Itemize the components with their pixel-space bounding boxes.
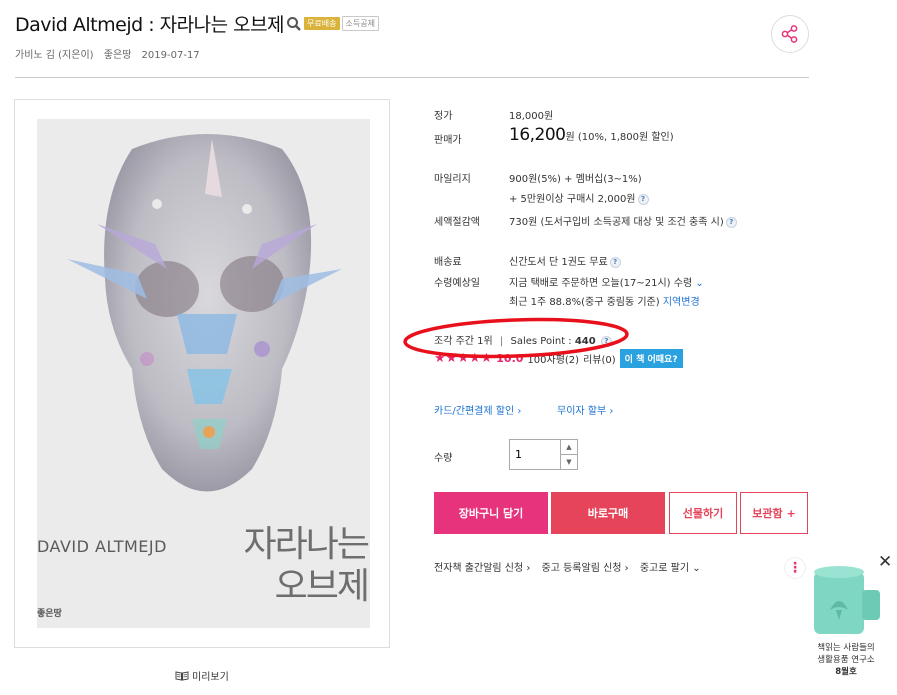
- save-to-library-button[interactable]: 보관함 +: [740, 492, 808, 534]
- tax-deduction-badge: 소득공제: [341, 16, 379, 31]
- help-icon[interactable]: ?: [637, 193, 649, 205]
- chevron-down-icon[interactable]: ⌄: [695, 278, 703, 289]
- eta-recent: 최근 1주 88.8%(중구 중림동 기준) 지역변경: [509, 293, 700, 308]
- decrease-button[interactable]: ▼: [561, 455, 577, 469]
- share-button[interactable]: [771, 15, 809, 53]
- preview-link[interactable]: 미리보기: [175, 668, 229, 683]
- ebook-alert-link[interactable]: 전자책 출간알림 신청 ›: [434, 563, 530, 574]
- book-cover[interactable]: DAVID ALTMEJD 자라나는 오브제 좋은땅: [37, 119, 370, 628]
- mileage-line2-text: + 5만원이상 구매시 2,000원: [509, 194, 636, 205]
- share-icon: [781, 25, 798, 43]
- ad-caption[interactable]: 책읽는 사람들의 생활용품 연구소 8월호: [806, 642, 886, 678]
- publisher-link[interactable]: 좋은땅: [104, 50, 132, 61]
- quantity-step-buttons: ▲ ▼: [560, 440, 577, 469]
- title-row: David Altmejd : 자라나는 오브제 무료배송 소득공제: [15, 10, 379, 37]
- ad-caption-line2: 생활용품 연구소: [817, 655, 875, 665]
- quantity-input[interactable]: [510, 440, 560, 469]
- more-options-icon[interactable]: ⋮: [784, 557, 806, 579]
- publish-date: 2019-07-17: [141, 50, 200, 61]
- used-alert-link[interactable]: 중고 등록알림 신청 ›: [542, 563, 629, 574]
- free-shipping-badge: 무료배송: [304, 17, 340, 30]
- mileage-line1: 900원(5%) + 멤버십(3~1%): [509, 174, 642, 185]
- shipping-fee-label: 배송료: [434, 257, 462, 268]
- cover-title-kr-line1: 자라나는: [243, 524, 370, 565]
- help-icon[interactable]: ?: [609, 256, 621, 268]
- add-to-cart-button[interactable]: 장바구니 담기: [434, 492, 548, 534]
- search-icon[interactable]: [286, 16, 302, 32]
- ad-caption-line3: 8월호: [835, 667, 857, 677]
- increase-button[interactable]: ▲: [561, 440, 577, 455]
- sale-price-suffix: 원 (10%, 1,800원 할인): [565, 132, 674, 143]
- eta-recent-text: 최근 1주 88.8%(중구 중림동 기준): [509, 297, 660, 308]
- cover-title-en: DAVID ALTMEJD: [37, 537, 167, 556]
- author-link[interactable]: 가비노 김 (지은이): [15, 50, 94, 61]
- tax-label: 세액절감액: [434, 217, 480, 228]
- book-open-icon: [175, 671, 189, 681]
- annotation-ellipse: [403, 317, 629, 359]
- cover-title-kr-line2: 오브제: [274, 566, 370, 607]
- quantity-stepper: ▲ ▼: [509, 439, 578, 470]
- bottom-links: 전자책 출간알림 신청 › 중고 등록알림 신청 › 중고로 팔기 ⌄: [434, 559, 709, 574]
- cover-publisher: 좋은땅: [37, 609, 62, 619]
- region-change-link[interactable]: 지역변경: [663, 297, 700, 308]
- eta-label: 수령예상일: [434, 278, 480, 289]
- card-discount-link[interactable]: 카드/간편결제 할인 ›: [434, 402, 521, 417]
- ad-caption-line1: 책읽는 사람들의: [817, 643, 875, 653]
- help-icon[interactable]: ?: [725, 216, 737, 228]
- crystal-skull-image: [67, 134, 342, 492]
- mileage-label: 마일리지: [434, 174, 471, 185]
- list-price-value: 18,000원: [509, 111, 554, 122]
- preview-label: 미리보기: [192, 672, 229, 683]
- eta-value: 지금 택배로 주문하면 오늘(17~21시) 수령 ⌄: [509, 274, 704, 289]
- cover-title-kr: 자라나는 오브제: [233, 524, 370, 608]
- sell-used-link[interactable]: 중고로 팔기 ⌄: [640, 563, 701, 574]
- eta-text: 지금 택배로 주문하면 오늘(17~21시) 수령: [509, 278, 693, 289]
- buy-now-button[interactable]: 바로구매: [551, 492, 665, 534]
- list-price-label: 정가: [434, 111, 453, 122]
- mileage-line2: + 5만원이상 구매시 2,000원?: [509, 190, 649, 205]
- installment-link[interactable]: 무이자 할부 ›: [557, 402, 613, 417]
- tax-value-text: 730원 (도서구입비 소득공제 대상 및 조건 충족 시): [509, 217, 724, 228]
- sale-price-label: 판매가: [434, 135, 462, 146]
- sale-price-number: 16,200: [509, 125, 566, 145]
- book-title: David Altmejd : 자라나는 오브제: [15, 14, 285, 36]
- header-divider: [15, 77, 809, 78]
- ad-product-image[interactable]: [808, 562, 884, 638]
- gift-button[interactable]: 선물하기: [669, 492, 737, 534]
- quantity-label: 수량: [434, 453, 453, 464]
- shipping-fee-text: 신간도서 단 1권도 무료: [509, 257, 608, 268]
- book-meta: 가비노 김 (지은이) 좋은땅 2019-07-17: [15, 46, 207, 61]
- shipping-fee-value: 신간도서 단 1권도 무료?: [509, 253, 621, 268]
- sale-price: 16,200원 (10%, 1,800원 할인): [509, 125, 674, 145]
- tax-value: 730원 (도서구입비 소득공제 대상 및 조건 충족 시)?: [509, 213, 737, 228]
